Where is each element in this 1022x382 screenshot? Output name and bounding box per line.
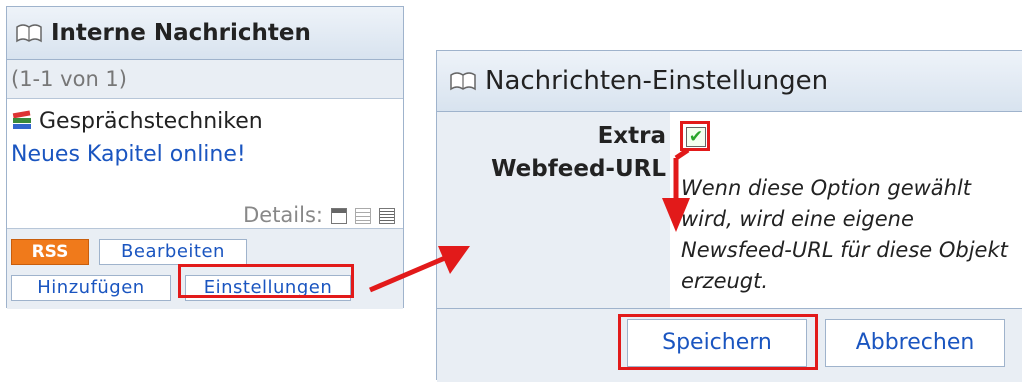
- arrow-to-description: [662, 147, 690, 232]
- annotation-arrows: [369, 147, 690, 293]
- arrow-to-settings-panel: [369, 246, 470, 293]
